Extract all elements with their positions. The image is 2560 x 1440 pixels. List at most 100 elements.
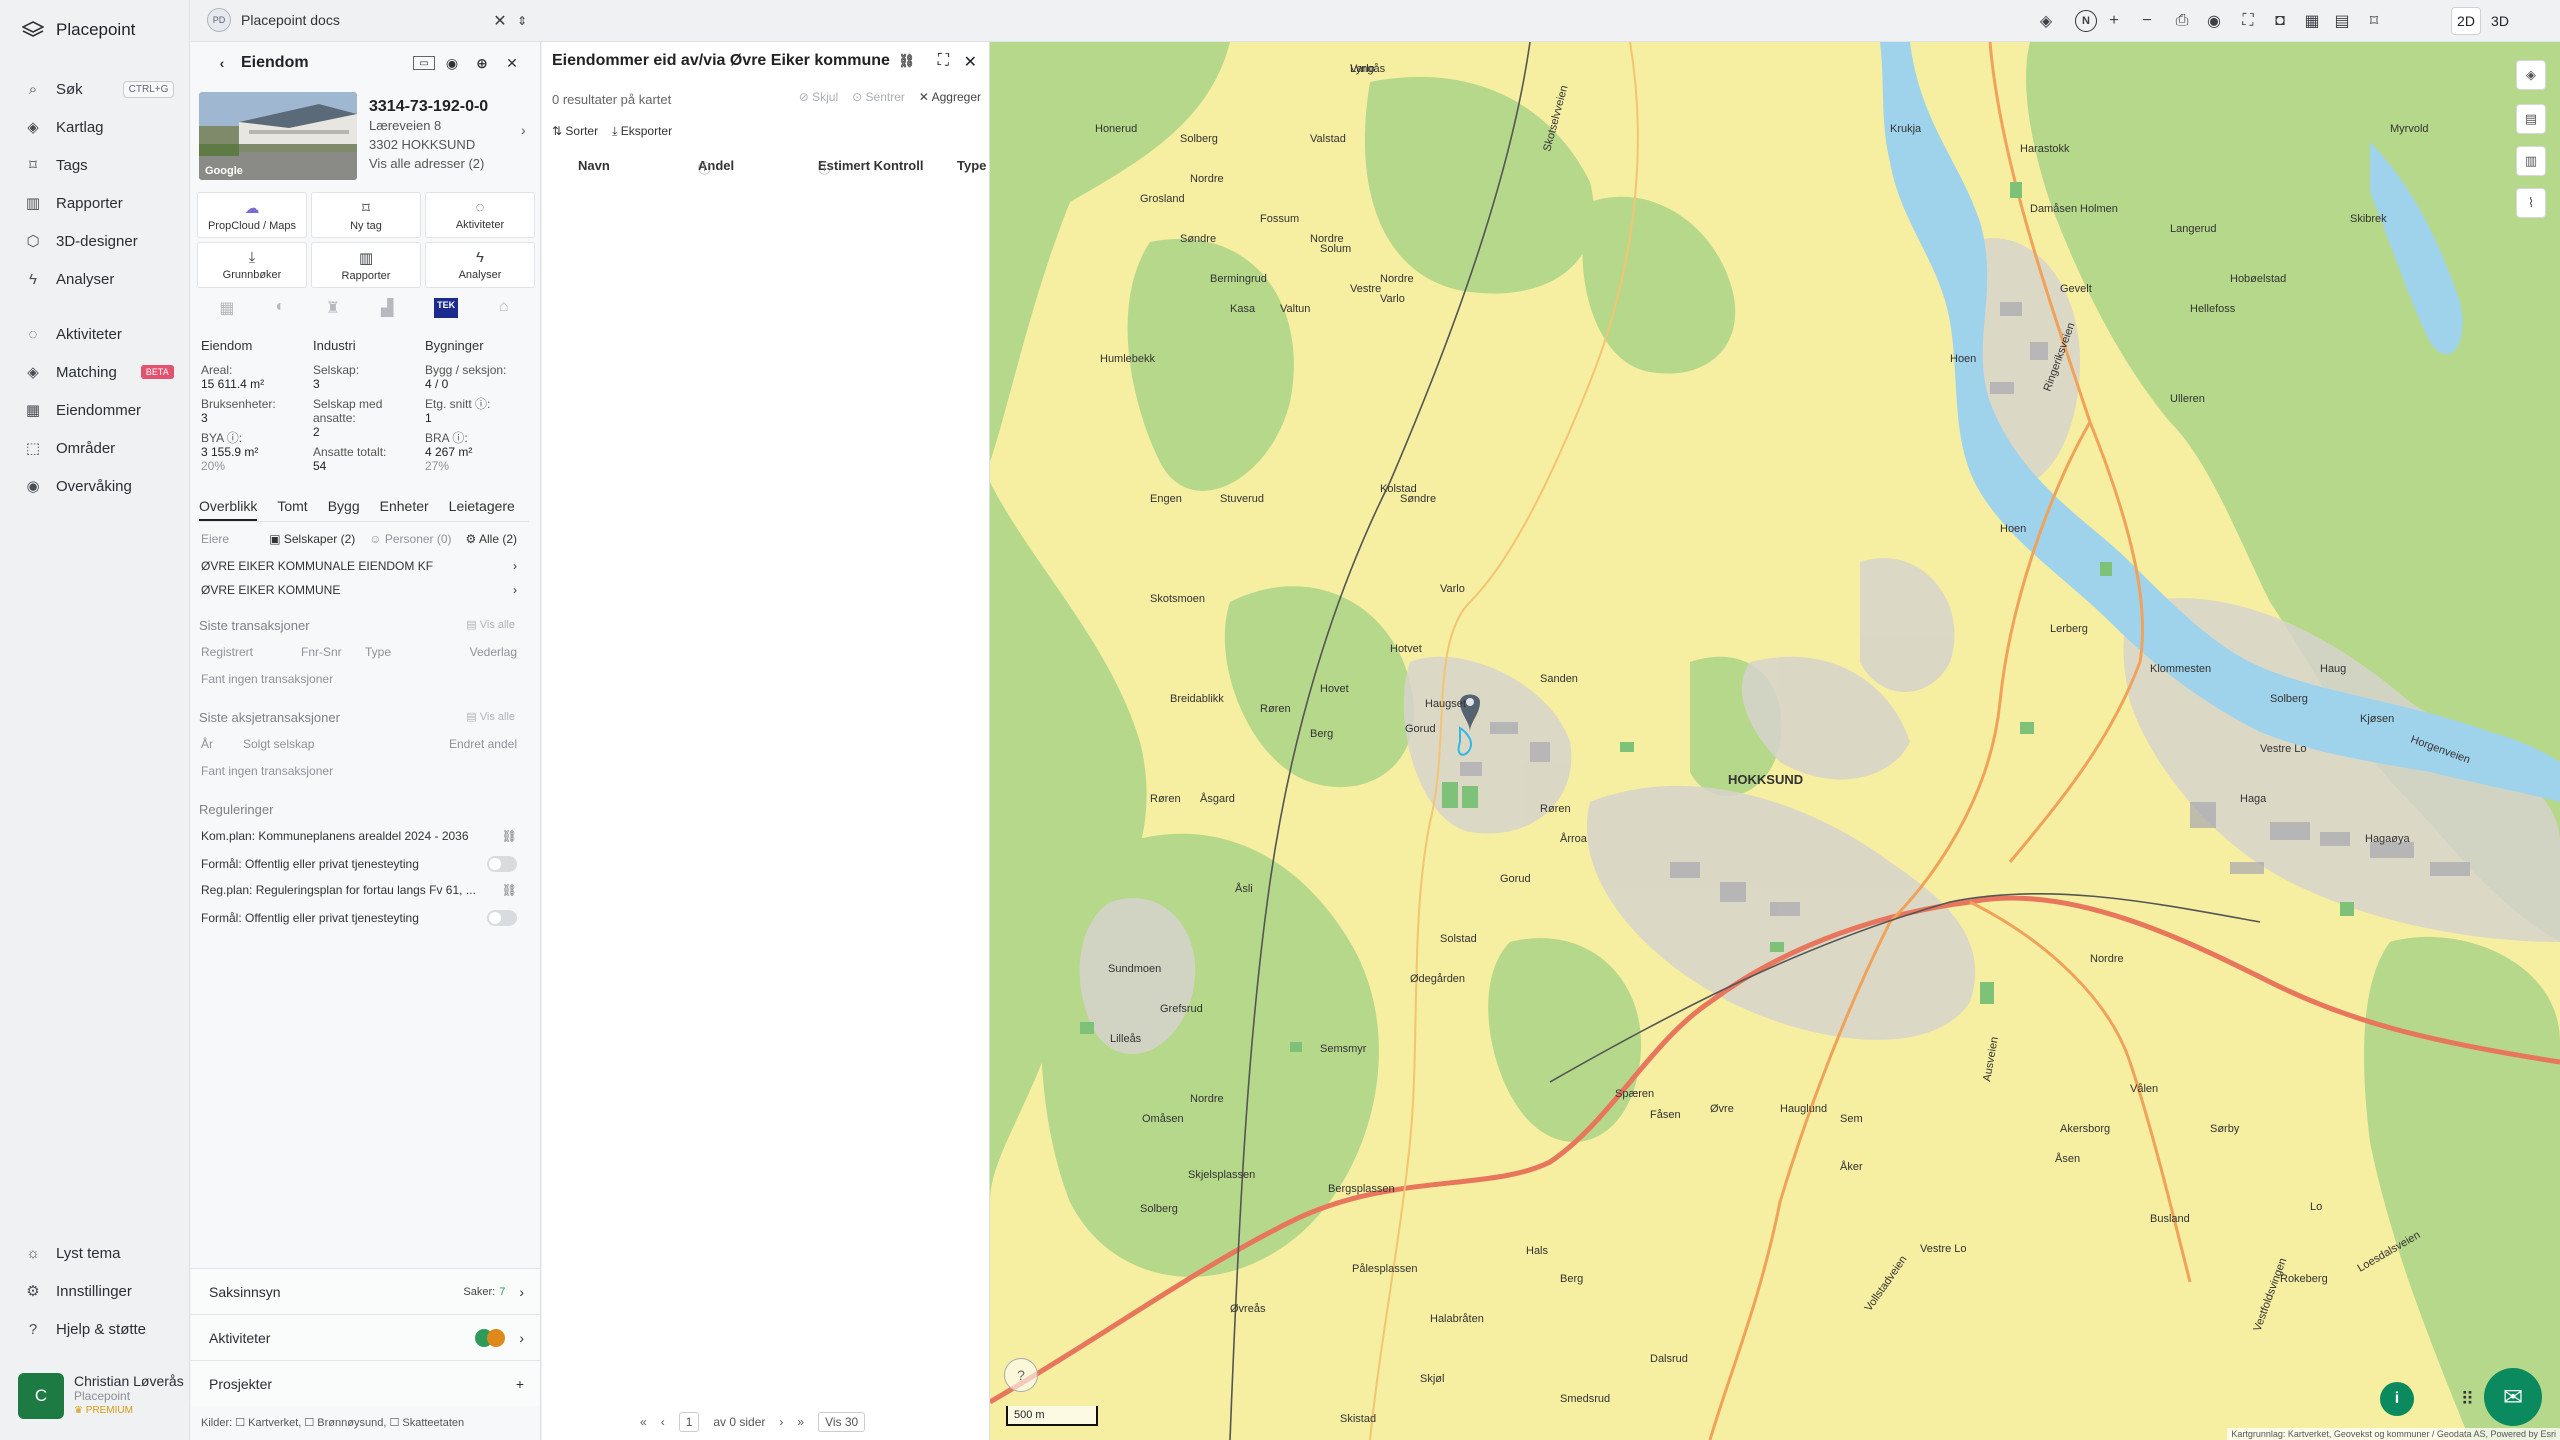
map-legend-icon[interactable]: ▤ [2516,104,2546,134]
info-icon[interactable]: i [2380,1382,2414,1416]
print-icon[interactable]: ⎙ [2169,8,2195,34]
report-icon[interactable]: ▤ [2329,8,2355,34]
first-page-icon[interactable]: « [640,1415,647,1429]
zoom-in-icon[interactable]: + [2101,8,2127,34]
prev-page-icon[interactable]: ‹ [661,1415,665,1429]
bar-chart-icon[interactable]: ▟ [381,298,393,318]
analyses-tile[interactable]: ϟ Analyser [425,242,535,288]
back-icon[interactable]: ‹ [209,50,235,76]
building-icon[interactable]: ▦ [219,298,234,318]
reports-tile[interactable]: ▥ Rapporter [311,242,421,288]
nav-item-tags[interactable]: ⌑ Tags [24,152,88,178]
nav-item-search[interactable]: ⌕ Søk CTRL+G [24,76,175,102]
hide-button[interactable]: ⊘ Skjul [799,90,838,104]
nav-item-hjelp[interactable]: ? Hjelp & støtte [24,1316,146,1342]
place-label: Valstad [1310,133,1346,145]
tab-tomt[interactable]: Tomt [277,498,307,521]
sixteen-ninety-icon[interactable]: ▭ [413,56,435,70]
brand-logo[interactable]: Placepoint [22,20,135,40]
next-page-icon[interactable]: › [779,1415,783,1429]
filter-companies-button[interactable]: ▣ Selskaper (2) [269,532,355,546]
regulation-row[interactable]: Kom.plan: Kommuneplanens arealdel 2024 -… [201,829,531,843]
grunnboker-tile[interactable]: ⤓ Grunnbøker [197,242,307,288]
chart-icon[interactable]: ▥ [2516,146,2546,176]
drag-handle-icon[interactable]: ⠿ [2461,1389,2474,1410]
aggregate-button[interactable]: ✕ Aggreger [919,90,981,104]
camera-icon[interactable]: ◘ [2267,8,2293,34]
nav-item-aktiviteter[interactable]: ◌ Aktiviteter [24,321,122,347]
owner-row[interactable]: ØVRE EIKER KOMMUNE › [201,583,531,597]
eye-icon[interactable]: ◉ [439,50,465,76]
new-tag-tile[interactable]: ⌑ Ny tag [311,192,421,238]
grid-icon[interactable]: ▦ [2299,8,2325,34]
regulation-row[interactable]: Reg.plan: Reguleringsplan for fortau lan… [201,883,531,897]
map-view[interactable]: Lyngås Solberg Valstad Honerud Nordre Groslan… [990,42,2560,1440]
nav-item-innstillinger[interactable]: ⚙ Innstillinger [24,1278,132,1304]
link-icon[interactable]: ⛓ [898,53,915,68]
propcloud-tile[interactable]: ☁ PropCloud / Maps [197,192,307,238]
expand-icon[interactable]: ⛶ [938,52,949,70]
close-icon[interactable]: ✕ [964,52,977,72]
tab-enheter[interactable]: Enheter [380,498,429,521]
zoom-out-icon[interactable]: − [2134,8,2160,34]
chat-icon[interactable]: ✉ [2484,1368,2542,1426]
mode-3d-button[interactable]: 3D [2485,7,2515,35]
link-icon[interactable]: ⛓ [502,829,517,843]
close-icon[interactable]: ✕ [499,50,525,76]
compass-icon[interactable]: N [2075,10,2097,32]
show-all-button[interactable]: ▤ Vis alle [466,618,515,633]
profile-icon[interactable]: ⌇ [2516,188,2546,218]
per-page-select[interactable]: Vis 30 [818,1412,866,1432]
eye-icon[interactable]: ◉ [2201,8,2227,34]
nav-item-analyser[interactable]: ϟ Analyser [24,266,114,292]
home-icon[interactable]: ⌂ [499,298,509,318]
nav-item-lyst-tema[interactable]: ☼ Lyst tema [24,1240,120,1266]
col-navn[interactable]: Navn [578,158,610,173]
add-icon[interactable]: ⊕ [469,50,495,76]
document-tab[interactable]: PD Placepoint docs [207,8,340,32]
tab-overblikk[interactable]: Overblikk [199,498,258,521]
property-photo[interactable]: Google [199,92,357,180]
add-project-button[interactable]: + [516,1376,524,1392]
mode-2d-button[interactable]: 2D [2451,7,2481,35]
fullscreen-icon[interactable]: ⛶ [2235,8,2261,34]
prosjekter-card[interactable]: Prosjekter + [191,1360,540,1406]
center-button[interactable]: ⊙ Sentrer [852,90,905,104]
show-all-button[interactable]: ▤ Vis alle [466,710,515,725]
filter-persons-button[interactable]: ☺ Personer (0) [369,532,451,546]
nav-item-kartlag[interactable]: ◈ Kartlag [24,114,103,140]
bookmark-icon[interactable]: ⌑ [2361,8,2387,34]
nav-item-overvaking[interactable]: ◉ Overvåking [24,473,131,499]
layers-icon[interactable]: ◈ [2516,60,2546,90]
regulation-toggle[interactable] [487,910,517,926]
tab-leietagere[interactable]: Leietagere [449,498,515,521]
sort-button[interactable]: ⇅ Sorter [552,124,598,139]
nav-item-eiendommer[interactable]: ▦ Eiendommer [24,397,141,423]
help-icon[interactable]: ? [1004,1358,1038,1392]
tab-bygg[interactable]: Bygg [328,498,360,521]
all-addresses-link[interactable]: Vis alle adresser (2) [369,154,488,173]
chevron-right-icon[interactable]: › [521,122,526,138]
page-input[interactable]: 1 [678,1412,700,1432]
owner-row[interactable]: ØVRE EIKER KOMMUNALE EIENDOM KF › [201,559,531,573]
user-profile[interactable]: C Christian Løverås Placepoint ♛ PREMIUM [18,1373,184,1419]
aktiviteter-card[interactable]: Aktiviteter › [191,1314,540,1360]
nav-item-matching[interactable]: ◈ Matching BETA [24,359,174,385]
saksinnsyn-card[interactable]: Saksinnsyn Saker: 7 › [191,1268,540,1314]
expand-collapse-icon[interactable]: ⇕ [509,8,535,34]
col-type[interactable]: Type [957,158,986,173]
globe-icon[interactable]: ◐ [275,298,285,318]
property-address[interactable]: 3314-73-192-0-0 Læreveien 8 3302 HOKKSUN… [369,97,488,173]
last-page-icon[interactable]: » [797,1415,804,1429]
tek-icon[interactable]: TEK [434,298,459,318]
nav-item-omrader[interactable]: ⬚ Områder [24,435,115,461]
nav-item-3d-designer[interactable]: ⬡ 3D-designer [24,228,137,254]
factory-icon[interactable]: ♜ [326,298,340,318]
layers-stack-icon[interactable]: ◈ [2033,8,2059,34]
nav-item-rapporter[interactable]: ▥ Rapporter [24,190,123,216]
link-icon[interactable]: ⛓ [502,883,517,897]
export-button[interactable]: ⤓ Eksporter [612,124,672,139]
regulation-toggle[interactable] [487,856,517,872]
activities-tile[interactable]: ◌ Aktiviteter [425,192,535,238]
filter-all-button[interactable]: ⚙ Alle (2) [466,532,517,546]
